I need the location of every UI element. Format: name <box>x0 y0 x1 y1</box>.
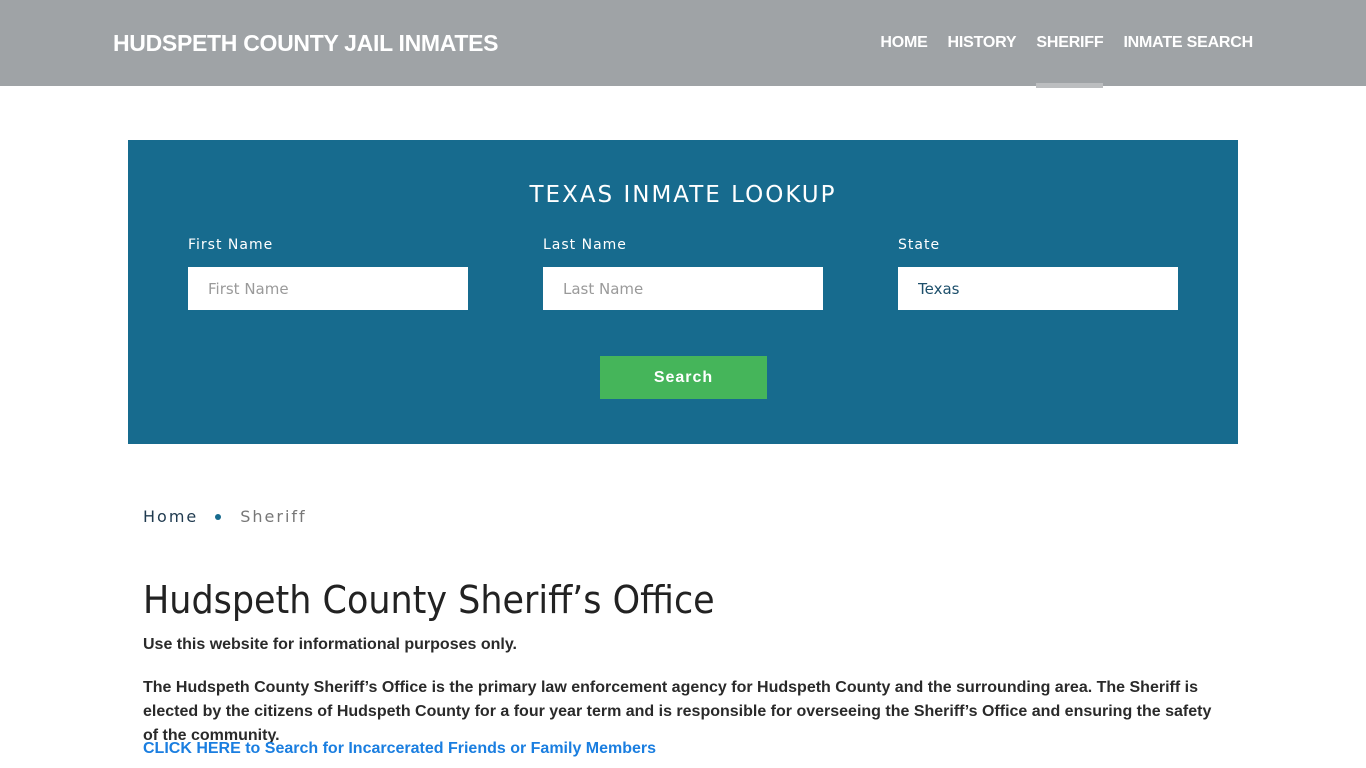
last-name-field-group: Last Name <box>543 237 823 310</box>
lookup-title: TEXAS INMATE LOOKUP <box>529 182 837 208</box>
state-label: State <box>898 237 941 253</box>
disclaimer-note: Use this website for informational purpo… <box>143 636 517 653</box>
main-nav: HOME HISTORY SHERIFF INMATE SEARCH <box>860 34 1253 88</box>
description-paragraph: The Hudspeth County Sheriff’s Office is … <box>143 679 1212 744</box>
last-name-label: Last Name <box>543 237 627 253</box>
search-button[interactable]: Search <box>600 356 767 399</box>
first-name-field-group: First Name <box>188 237 468 310</box>
last-name-input[interactable] <box>543 267 823 310</box>
state-field-group: State <box>898 237 1178 310</box>
breadcrumb-separator-dot-icon <box>215 513 222 520</box>
breadcrumb-current: Sheriff <box>240 507 307 526</box>
first-name-label: First Name <box>188 237 274 253</box>
page-title: Hudspeth County Sheriff’s Office <box>143 578 715 622</box>
nav-item-home[interactable]: HOME <box>880 34 927 52</box>
inmate-lookup-panel: TEXAS INMATE LOOKUP First Name Last Name… <box>128 140 1238 444</box>
site-brand[interactable]: HUDSPETH COUNTY JAIL INMATES <box>113 30 499 57</box>
nav-item-history[interactable]: HISTORY <box>948 34 1017 52</box>
site-header: HUDSPETH COUNTY JAIL INMATES HOME HISTOR… <box>0 0 1366 88</box>
search-inmates-link[interactable]: CLICK HERE to Search for Incarcerated Fr… <box>143 740 656 758</box>
state-input[interactable] <box>898 267 1178 310</box>
breadcrumb: Home Sheriff <box>143 507 307 526</box>
nav-item-sheriff[interactable]: SHERIFF <box>1036 34 1104 88</box>
breadcrumb-home-link[interactable]: Home <box>143 507 198 526</box>
first-name-input[interactable] <box>188 267 468 310</box>
nav-item-inmate-search[interactable]: INMATE SEARCH <box>1123 34 1253 52</box>
